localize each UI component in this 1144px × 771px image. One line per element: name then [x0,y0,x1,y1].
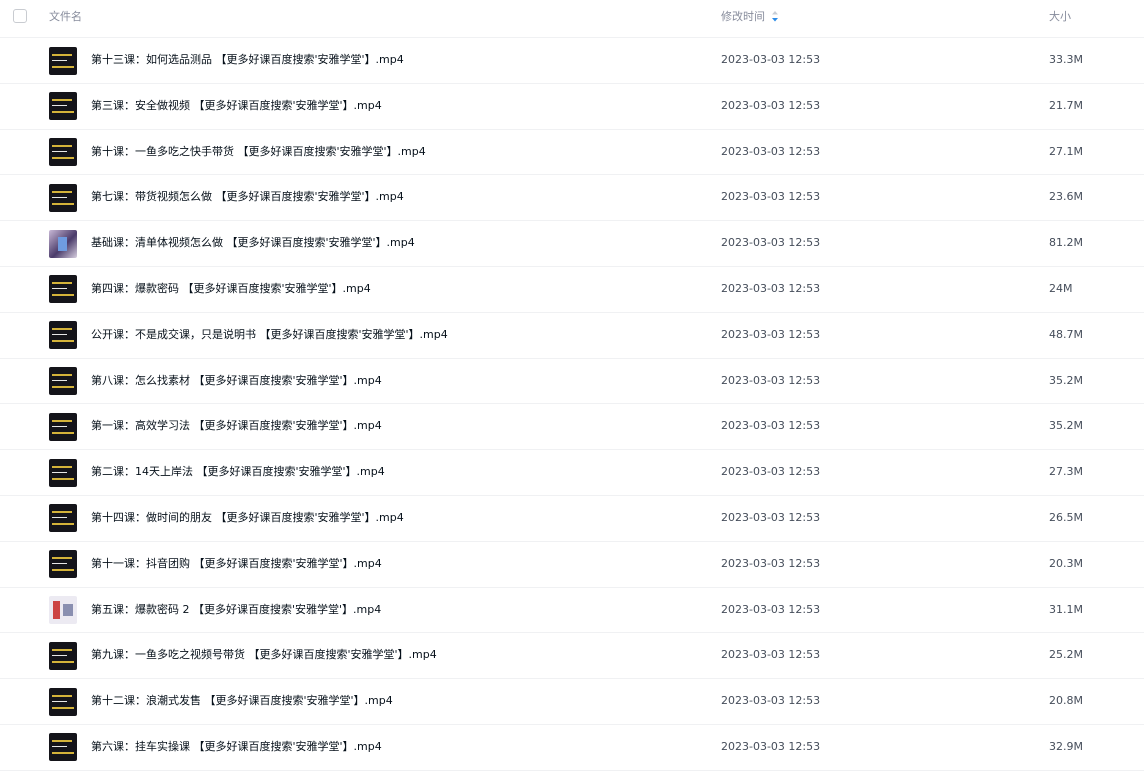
video-thumbnail[interactable] [49,367,77,396]
file-name-link[interactable]: 第三课：安全做视频 【更多好课百度搜索'安雅学堂'】.mp4 [91,99,382,113]
file-row[interactable]: 第九课：一鱼多吃之视频号带货 【更多好课百度搜索'安雅学堂'】.mp4 2023-… [0,633,1144,680]
file-size: 35.2M [1049,373,1083,387]
file-name-link[interactable]: 第十四课：做时间的朋友 【更多好课百度搜索'安雅学堂'】.mp4 [91,511,404,525]
file-name-link[interactable]: 第十课：一鱼多吃之快手带货 【更多好课百度搜索'安雅学堂'】.mp4 [91,145,426,159]
file-size: 31.1M [1049,602,1083,616]
file-size: 32.9M [1049,739,1083,753]
column-header-size[interactable]: 大小 [1049,10,1071,24]
file-name-link[interactable]: 第一课：高效学习法 【更多好课百度搜索'安雅学堂'】.mp4 [91,419,382,433]
file-size: 20.8M [1049,694,1083,708]
file-modified-time: 2023-03-03 12:53 [721,327,821,341]
file-modified-time: 2023-03-03 12:53 [721,510,821,524]
video-thumbnail[interactable] [49,183,77,212]
file-name-link[interactable]: 第十三课：如何选品测品 【更多好课百度搜索'安雅学堂'】.mp4 [91,53,404,67]
file-list: 第十三课：如何选品测品 【更多好课百度搜索'安雅学堂'】.mp4 2023-03-… [0,38,1144,771]
file-name-link[interactable]: 第七课：带货视频怎么做 【更多好课百度搜索'安雅学堂'】.mp4 [91,190,404,204]
file-size: 48.7M [1049,327,1083,341]
file-row[interactable]: 第七课：带货视频怎么做 【更多好课百度搜索'安雅学堂'】.mp4 2023-03-… [0,175,1144,222]
file-size: 81.2M [1049,236,1083,250]
video-thumbnail[interactable] [49,229,77,258]
file-row[interactable]: 第十课：一鱼多吃之快手带货 【更多好课百度搜索'安雅学堂'】.mp4 2023-0… [0,130,1144,176]
file-row[interactable]: 第十四课：做时间的朋友 【更多好课百度搜索'安雅学堂'】.mp4 2023-03-… [0,496,1144,542]
file-size: 33.3M [1049,53,1083,66]
file-row[interactable]: 第四课：爆款密码 【更多好课百度搜索'安雅学堂'】.mp4 2023-03-03 … [0,267,1144,313]
file-name-link[interactable]: 公开课：不是成交课，只是说明书 【更多好课百度搜索'安雅学堂'】.mp4 [91,328,448,342]
file-name-link[interactable]: 第九课：一鱼多吃之视频号带货 【更多好课百度搜索'安雅学堂'】.mp4 [91,648,437,662]
file-modified-time: 2023-03-03 12:53 [721,739,821,753]
video-thumbnail[interactable] [49,138,77,167]
video-thumbnail[interactable] [49,733,77,762]
file-size: 21.7M [1049,98,1083,112]
file-row[interactable]: 公开课：不是成交课，只是说明书 【更多好课百度搜索'安雅学堂'】.mp4 2023… [0,313,1144,359]
column-header-name[interactable]: 文件名 [49,10,82,24]
file-row[interactable]: 第十一课：抖音团购 【更多好课百度搜索'安雅学堂'】.mp4 2023-03-03… [0,542,1144,588]
file-name-link[interactable]: 基础课：清单体视频怎么做 【更多好课百度搜索'安雅学堂'】.mp4 [91,236,415,250]
file-modified-time: 2023-03-03 12:53 [721,373,821,387]
file-name-link[interactable]: 第十二课：浪潮式发售 【更多好课百度搜索'安雅学堂'】.mp4 [91,694,393,708]
file-modified-time: 2023-03-03 12:53 [721,419,821,433]
file-row[interactable]: 第三课：安全做视频 【更多好课百度搜索'安雅学堂'】.mp4 2023-03-03… [0,84,1144,130]
select-all-checkbox[interactable] [13,9,27,23]
file-row[interactable]: 第八课：怎么找素材 【更多好课百度搜索'安雅学堂'】.mp4 2023-03-03… [0,359,1144,405]
video-thumbnail[interactable] [49,46,77,75]
file-row[interactable]: 第十二课：浪潮式发售 【更多好课百度搜索'安雅学堂'】.mp4 2023-03-0… [0,679,1144,725]
video-thumbnail[interactable] [49,550,77,579]
file-row[interactable]: 第十三课：如何选品测品 【更多好课百度搜索'安雅学堂'】.mp4 2023-03-… [0,38,1144,84]
file-size: 27.3M [1049,465,1083,479]
video-thumbnail[interactable] [49,504,77,533]
file-size: 27.1M [1049,144,1083,158]
file-size: 26.5M [1049,510,1083,524]
file-name-link[interactable]: 第二课：14天上岸法 【更多好课百度搜索'安雅学堂'】.mp4 [91,465,385,479]
column-header-size-label: 大小 [1049,10,1071,23]
file-modified-time: 2023-03-03 12:53 [721,648,821,662]
file-size: 25.2M [1049,648,1083,662]
file-size: 24M [1049,281,1073,295]
file-row[interactable]: 第五课：爆款密码 2 【更多好课百度搜索'安雅学堂'】.mp4 2023-03-0… [0,588,1144,634]
video-thumbnail[interactable] [49,321,77,350]
column-header-modified-time[interactable]: 修改时间 [721,10,779,24]
file-row[interactable]: 基础课：清单体视频怎么做 【更多好课百度搜索'安雅学堂'】.mp4 2023-03… [0,221,1144,267]
file-modified-time: 2023-03-03 12:53 [721,465,821,479]
file-modified-time: 2023-03-03 12:53 [721,144,821,158]
file-modified-time: 2023-03-03 12:53 [721,281,821,295]
file-modified-time: 2023-03-03 12:53 [721,190,821,204]
file-size: 35.2M [1049,419,1083,433]
file-modified-time: 2023-03-03 12:53 [721,602,821,616]
file-name-link[interactable]: 第五课：爆款密码 2 【更多好课百度搜索'安雅学堂'】.mp4 [91,603,381,617]
file-modified-time: 2023-03-03 12:53 [721,53,821,66]
column-header-name-label: 文件名 [49,10,82,23]
sort-descending-icon[interactable] [771,10,779,22]
file-name-link[interactable]: 第八课：怎么找素材 【更多好课百度搜索'安雅学堂'】.mp4 [91,374,382,388]
file-row[interactable]: 第二课：14天上岸法 【更多好课百度搜索'安雅学堂'】.mp4 2023-03-0… [0,450,1144,496]
video-thumbnail[interactable] [49,687,77,716]
file-size: 23.6M [1049,190,1083,204]
video-thumbnail[interactable] [49,92,77,121]
video-thumbnail[interactable] [49,596,77,625]
column-header-time-label: 修改时间 [721,10,765,23]
file-list-header: 文件名 修改时间 大小 [0,0,1144,38]
file-name-link[interactable]: 第四课：爆款密码 【更多好课百度搜索'安雅学堂'】.mp4 [91,282,371,296]
video-thumbnail[interactable] [49,458,77,487]
file-modified-time: 2023-03-03 12:53 [721,236,821,250]
video-thumbnail[interactable] [49,412,77,441]
file-modified-time: 2023-03-03 12:53 [721,556,821,570]
file-row[interactable]: 第一课：高效学习法 【更多好课百度搜索'安雅学堂'】.mp4 2023-03-03… [0,404,1144,451]
video-thumbnail[interactable] [49,641,77,670]
file-modified-time: 2023-03-03 12:53 [721,694,821,708]
file-name-link[interactable]: 第六课：挂车实操课 【更多好课百度搜索'安雅学堂'】.mp4 [91,740,382,754]
file-name-link[interactable]: 第十一课：抖音团购 【更多好课百度搜索'安雅学堂'】.mp4 [91,557,382,571]
file-row[interactable]: 第六课：挂车实操课 【更多好课百度搜索'安雅学堂'】.mp4 2023-03-03… [0,725,1144,771]
file-modified-time: 2023-03-03 12:53 [721,98,821,112]
file-size: 20.3M [1049,556,1083,570]
video-thumbnail[interactable] [49,275,77,304]
